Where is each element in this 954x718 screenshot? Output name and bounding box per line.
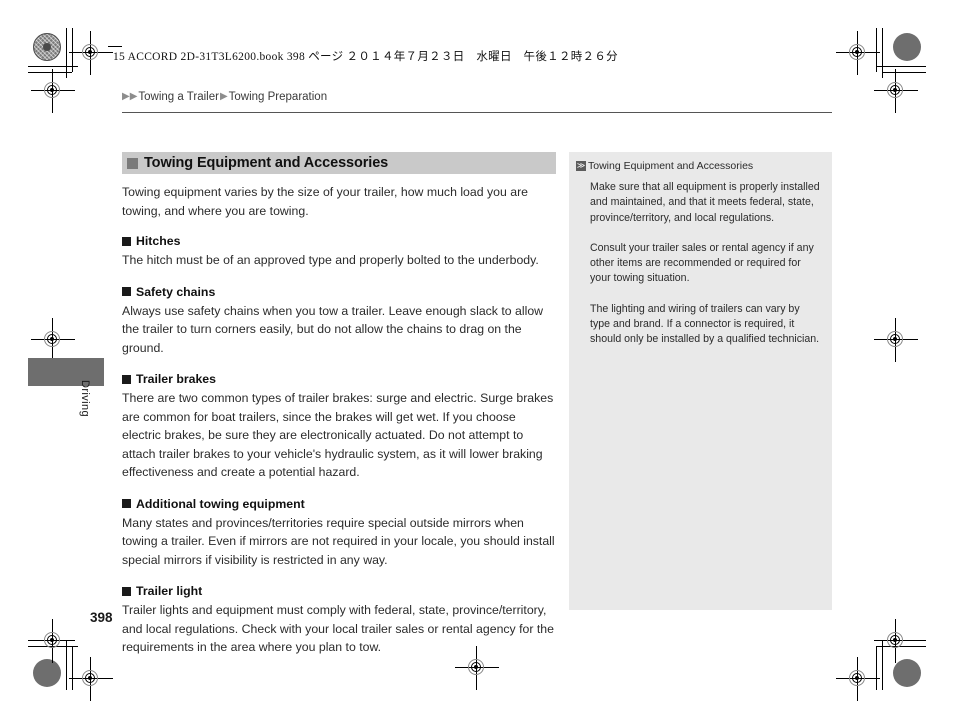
section-bullet-icon xyxy=(127,157,138,169)
registration-target-icon xyxy=(455,646,499,690)
subsection-heading: Hitches xyxy=(122,234,556,248)
registration-target-icon xyxy=(31,69,75,113)
page-title: Towing Equipment and Accessories xyxy=(144,155,389,171)
subsection-bullet-icon xyxy=(122,287,131,296)
subsection-trailer-brakes: Trailer brakes There are two common type… xyxy=(122,372,556,482)
subsection-heading: Trailer brakes xyxy=(122,372,556,386)
crop-mark-line xyxy=(72,646,73,690)
breadcrumb-single-arrow-icon: ▶ xyxy=(219,91,228,102)
subsection-heading-label: Additional towing equipment xyxy=(136,496,305,511)
side-note-panel: ≫ Towing Equipment and Accessories Make … xyxy=(569,152,832,610)
side-note-paragraph: Make sure that all equipment is properly… xyxy=(590,181,820,224)
breadcrumb: ▶▶ Towing a Trailer ▶ Towing Preparation xyxy=(122,91,327,103)
breadcrumb-level-2[interactable]: Towing Preparation xyxy=(229,91,327,103)
section-title-bar: Towing Equipment and Accessories xyxy=(122,152,556,174)
main-content-column: Towing Equipment and Accessories Towing … xyxy=(122,152,556,657)
chapter-thumb-tab-label: Driving xyxy=(79,380,91,418)
registration-target-icon xyxy=(31,318,75,362)
subsection-heading-label: Trailer brakes xyxy=(136,372,216,386)
registration-color-patch xyxy=(33,659,61,687)
crop-mark-line xyxy=(876,66,926,67)
registration-target-icon xyxy=(69,31,113,75)
subsection-bullet-icon xyxy=(122,586,131,596)
subsection-body: There are two common types of trailer br… xyxy=(122,391,554,479)
registration-target-icon xyxy=(836,31,880,75)
side-note-paragraph: Consult your trailer sales or rental age… xyxy=(590,241,814,285)
subsection-heading: Safety chains xyxy=(122,285,556,299)
subsection-body: Always use safety chains when you tow a … xyxy=(122,303,544,355)
registration-target-icon xyxy=(874,318,918,362)
registration-target-icon xyxy=(31,619,75,663)
crop-mark-line xyxy=(28,640,72,641)
print-file-header: 15 ACCORD 2D-31T3L6200.book 398 ページ ２０１４… xyxy=(113,51,618,63)
double-chevron-icon: ≫ xyxy=(576,161,586,171)
breadcrumb-double-arrow-icon: ▶▶ xyxy=(122,91,138,102)
header-divider xyxy=(122,112,832,113)
registration-target-icon xyxy=(874,619,918,663)
intro-paragraph: Towing equipment varies by the size of y… xyxy=(122,185,529,218)
crop-mark-line xyxy=(882,72,926,73)
registration-color-patch xyxy=(893,33,921,61)
subsection-bullet-icon xyxy=(122,499,131,508)
registration-target-icon xyxy=(874,69,918,113)
page-number: 398 xyxy=(90,610,113,625)
registration-target-icon xyxy=(69,657,113,701)
breadcrumb-level-1[interactable]: Towing a Trailer xyxy=(138,91,219,103)
subsection-heading-label: Trailer light xyxy=(136,584,203,598)
side-note-header: ≫ Towing Equipment and Accessories xyxy=(576,159,821,173)
side-note-paragraph: The lighting and wiring of trailers can … xyxy=(590,302,820,346)
subsection-body: Many states and provinces/territories re… xyxy=(122,515,555,567)
crop-mark-line xyxy=(876,646,926,647)
registration-target-icon xyxy=(836,657,880,701)
crop-mark-line xyxy=(28,66,78,67)
subsection-body: The hitch must be of an approved type an… xyxy=(122,253,539,267)
subsection-additional-towing-equipment: Additional towing equipment Many states … xyxy=(122,497,556,570)
crop-mark-line xyxy=(882,28,883,78)
crop-mark-line xyxy=(66,640,67,690)
crop-mark-line xyxy=(28,646,78,647)
subsection-body: Trailer lights and equipment must comply… xyxy=(122,603,554,654)
registration-color-patch xyxy=(33,33,61,61)
manual-page: 15 ACCORD 2D-31T3L6200.book 398 ページ ２０１４… xyxy=(0,0,954,718)
subsection-hitches: Hitches The hitch must be of an approved… xyxy=(122,234,556,270)
file-header-rule xyxy=(108,46,122,47)
subsection-heading-label: Safety chains xyxy=(136,284,216,299)
crop-mark-line xyxy=(876,646,877,690)
subsection-trailer-light: Trailer light Trailer lights and equipme… xyxy=(122,584,556,657)
crop-mark-line xyxy=(882,640,883,690)
registration-color-patch xyxy=(893,659,921,687)
subsection-heading: Trailer light xyxy=(122,584,556,598)
subsection-bullet-icon xyxy=(122,236,131,246)
subsection-heading-label: Hitches xyxy=(136,234,181,248)
crop-mark-line xyxy=(882,640,926,641)
subsection-safety-chains: Safety chains Always use safety chains w… xyxy=(122,285,556,358)
chapter-thumb-tab xyxy=(28,358,104,386)
crop-mark-line xyxy=(28,72,72,73)
crop-mark-line xyxy=(66,28,67,78)
subsection-heading: Additional towing equipment xyxy=(122,497,556,511)
side-note-title: Towing Equipment and Accessories xyxy=(588,160,754,172)
subsection-bullet-icon xyxy=(122,374,131,384)
